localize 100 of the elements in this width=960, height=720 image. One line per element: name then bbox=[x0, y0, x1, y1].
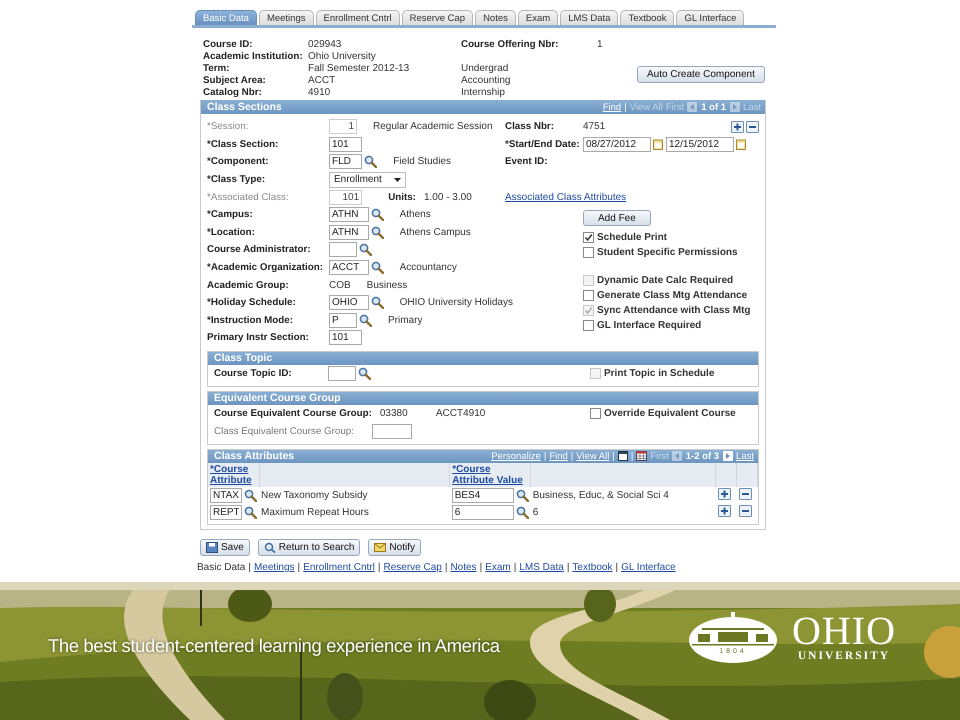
input-field[interactable]: NTAX bbox=[210, 488, 242, 503]
checkbox[interactable] bbox=[583, 232, 594, 244]
input-field[interactable]: FLD bbox=[329, 154, 362, 170]
checkbox[interactable] bbox=[583, 247, 594, 258]
search-icon[interactable] bbox=[516, 488, 529, 502]
table-cell: Maximum Repeat Hours bbox=[261, 506, 369, 518]
tab[interactable]: Notes bbox=[475, 10, 516, 25]
field-label: *Instruction Mode: bbox=[207, 314, 294, 326]
field-value: 03380 bbox=[380, 408, 409, 420]
field-label: Units: bbox=[388, 192, 416, 203]
input-field[interactable]: ACCT bbox=[329, 260, 369, 276]
search-icon[interactable] bbox=[359, 243, 372, 256]
page-link[interactable]: GL Interface bbox=[621, 562, 676, 573]
current-page-label: Basic Data bbox=[197, 562, 246, 573]
return-button[interactable]: Return to Search bbox=[258, 538, 360, 556]
separator: | bbox=[624, 102, 627, 112]
search-icon[interactable] bbox=[370, 261, 384, 274]
delete-row-icon[interactable] bbox=[746, 120, 759, 133]
field-label: *Location: bbox=[207, 226, 256, 238]
field-description: Athens bbox=[400, 209, 431, 220]
input-field[interactable]: P bbox=[329, 312, 357, 328]
input-field[interactable] bbox=[372, 424, 412, 440]
field-label: *Class Type: bbox=[207, 174, 266, 186]
field-value: Internship bbox=[461, 86, 506, 98]
separator: | bbox=[612, 450, 615, 462]
tab[interactable]: Exam bbox=[518, 10, 558, 25]
window-icon[interactable] bbox=[618, 451, 628, 462]
checkbox[interactable] bbox=[583, 320, 594, 332]
separator: | bbox=[298, 562, 300, 573]
add-row-icon[interactable] bbox=[731, 120, 744, 133]
field-label: Academic Group: bbox=[207, 280, 290, 291]
input-field[interactable]: ATHN bbox=[329, 207, 369, 222]
input-field[interactable]: 101 bbox=[329, 136, 362, 152]
field-label: Course Administrator: bbox=[207, 244, 312, 256]
input-field[interactable]: 6 bbox=[452, 504, 514, 520]
page-link[interactable]: Textbook bbox=[572, 562, 612, 573]
input-field[interactable]: BES4 bbox=[452, 488, 514, 503]
tab[interactable]: Meetings bbox=[258, 10, 314, 25]
input-field[interactable] bbox=[328, 366, 356, 382]
notify-button[interactable]: Notify bbox=[368, 538, 421, 556]
class-type-dropdown[interactable]: Enrollment bbox=[329, 172, 406, 188]
field-label: *Class Section: bbox=[207, 138, 280, 150]
page-link[interactable]: Enrollment Cntrl bbox=[303, 562, 375, 573]
page-link[interactable]: Meetings bbox=[254, 562, 295, 573]
separator: | bbox=[514, 562, 516, 573]
tab[interactable]: Textbook bbox=[620, 10, 674, 25]
field-label: Event ID: bbox=[505, 156, 548, 168]
field-label: *Campus: bbox=[207, 209, 254, 220]
search-icon[interactable] bbox=[370, 208, 384, 222]
search-icon[interactable] bbox=[244, 488, 257, 502]
delete-row-icon[interactable] bbox=[738, 504, 752, 517]
field-label: *Holiday Schedule: bbox=[207, 297, 297, 308]
field-label: Subject Area: bbox=[203, 74, 267, 86]
section-title: Class Attributes bbox=[214, 450, 294, 462]
search-icon[interactable] bbox=[370, 296, 384, 310]
tab[interactable]: Enrollment Cntrl bbox=[316, 10, 400, 25]
search-icon[interactable] bbox=[370, 226, 384, 239]
page-link[interactable]: Reserve Cap bbox=[383, 562, 442, 573]
grid-icon[interactable] bbox=[636, 451, 648, 462]
tab[interactable]: LMS Data bbox=[560, 10, 618, 25]
search-icon[interactable] bbox=[244, 506, 257, 519]
delete-row-icon[interactable] bbox=[738, 488, 752, 500]
separator: | bbox=[544, 450, 546, 462]
add-row-icon[interactable] bbox=[718, 504, 731, 517]
search-icon[interactable] bbox=[364, 155, 378, 168]
field-description: Primary bbox=[388, 314, 422, 326]
date-field[interactable]: 08/27/2012 bbox=[583, 136, 651, 152]
tab[interactable]: Reserve Cap bbox=[402, 10, 474, 25]
table-cell: New Taxonomy Subsidy bbox=[261, 490, 368, 501]
search-icon[interactable] bbox=[516, 506, 529, 519]
tagline: The best student-centered learning experience in America bbox=[48, 635, 500, 657]
next-icon[interactable] bbox=[723, 451, 734, 462]
search-icon[interactable] bbox=[359, 314, 372, 327]
tab[interactable]: GL Interface bbox=[676, 10, 744, 25]
field-label: *Associated Class: bbox=[207, 192, 290, 203]
date-field[interactable]: 12/15/2012 bbox=[666, 136, 734, 152]
field-value: COB bbox=[329, 280, 351, 291]
input-field[interactable]: 101 bbox=[329, 330, 362, 346]
page-link[interactable]: Notes bbox=[450, 562, 477, 573]
checkbox[interactable] bbox=[590, 408, 601, 420]
page-link[interactable]: Exam bbox=[485, 562, 511, 573]
field-label: Course Equivalent Course Group: bbox=[214, 408, 372, 420]
input-field[interactable]: OHIO bbox=[329, 295, 369, 310]
page-link[interactable]: LMS Data bbox=[519, 562, 564, 573]
field-description: Business bbox=[366, 280, 408, 291]
add-row-icon[interactable] bbox=[718, 488, 731, 500]
calendar-icon[interactable] bbox=[736, 138, 746, 150]
search-icon[interactable] bbox=[358, 367, 371, 380]
auto-create-button[interactable]: Auto Create Component bbox=[637, 66, 765, 82]
separator: | bbox=[378, 562, 380, 573]
section-title: Equivalent Course Group bbox=[214, 392, 341, 404]
separator: | bbox=[248, 562, 251, 573]
add-fee-button[interactable]: Add Fee bbox=[583, 210, 651, 226]
input-field[interactable] bbox=[329, 242, 357, 258]
separator: | bbox=[570, 450, 574, 462]
save-button[interactable]: Save bbox=[200, 538, 250, 556]
input-field[interactable]: ATHN bbox=[329, 224, 369, 240]
associated-attributes-link[interactable]: Associated Class Attributes bbox=[505, 192, 626, 204]
checkbox[interactable] bbox=[583, 290, 594, 302]
calendar-icon[interactable] bbox=[653, 138, 663, 150]
